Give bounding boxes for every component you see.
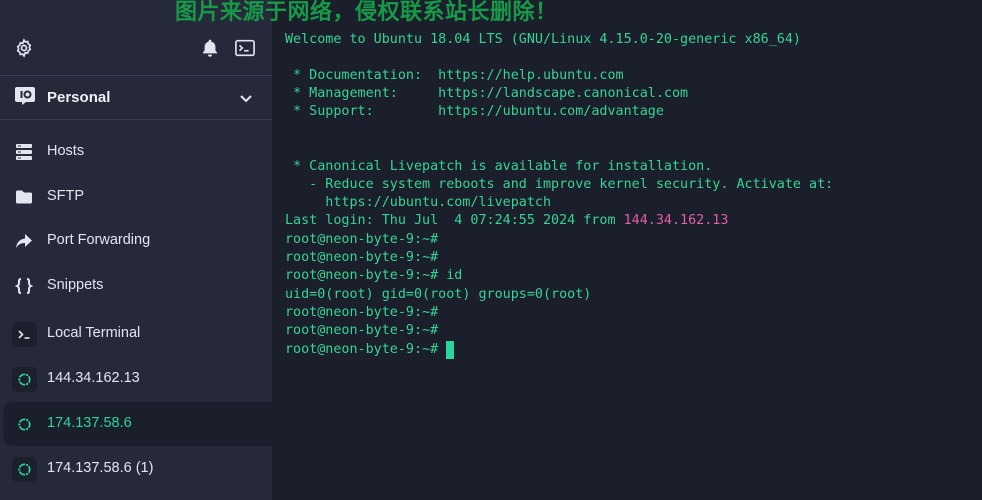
terminal-line: - Reduce system reboots and improve kern… bbox=[285, 177, 834, 192]
ubuntu-icon bbox=[17, 417, 31, 432]
terminal-line: * Support: https://ubuntu.com/advantage bbox=[285, 104, 664, 119]
ubuntu-icon bbox=[17, 372, 31, 387]
host-item[interactable]: 144.34.162.13 bbox=[0, 357, 272, 401]
terminal-line: uid=0(root) gid=0(root) groups=0(root) bbox=[285, 287, 592, 302]
sidebar-item-label: Hosts bbox=[47, 143, 85, 159]
vault-selector[interactable]: Personal bbox=[0, 76, 272, 120]
host-label: 174.137.58.6 (1) bbox=[47, 460, 154, 476]
terminal-line: root@neon-byte-9:~# bbox=[285, 323, 439, 338]
terminal-prompt: root@neon-byte-9:~# bbox=[285, 342, 447, 357]
terminal-prompt-line[interactable]: root@neon-byte-9:~# bbox=[285, 341, 455, 359]
sidebar-item-port-forwarding[interactable]: Port Forwarding bbox=[0, 219, 272, 263]
vault-label: Personal bbox=[47, 89, 111, 106]
terminal-prompt-icon bbox=[18, 330, 30, 339]
terminal-line: * Management: https://landscape.canonica… bbox=[285, 86, 689, 101]
sidebar-item-sftp[interactable]: SFTP bbox=[0, 175, 272, 219]
terminal-line: https://ubuntu.com/livepatch bbox=[285, 195, 552, 210]
local-terminal-badge bbox=[12, 322, 37, 347]
watermark-text: 图片来源于网络，侵权联系站长删除！ bbox=[175, 0, 558, 25]
host-badge bbox=[12, 367, 37, 392]
host-item-active[interactable]: 174.137.58.6 bbox=[3, 402, 272, 446]
terminal-line: root@neon-byte-9:~# bbox=[285, 250, 439, 265]
terminal-line: root@neon-byte-9:~# bbox=[285, 305, 439, 320]
terminal-line: * Canonical Livepatch is available for i… bbox=[285, 159, 713, 174]
sidebar-item-label: Snippets bbox=[47, 277, 104, 293]
host-badge bbox=[12, 457, 37, 482]
vault-icon bbox=[15, 87, 35, 105]
chevron-down-icon[interactable] bbox=[238, 90, 254, 106]
last-login-ip: 144.34.162.13 bbox=[623, 213, 729, 228]
host-badge bbox=[12, 412, 37, 437]
bell-icon[interactable] bbox=[200, 38, 220, 58]
sidebar-item-label: Port Forwarding bbox=[47, 232, 151, 248]
terminal-line: root@neon-byte-9:~# id bbox=[285, 268, 463, 283]
port-forwarding-icon bbox=[16, 234, 32, 248]
sidebar-item-label: SFTP bbox=[47, 188, 85, 204]
sidebar-item-hosts[interactable]: Hosts bbox=[0, 130, 272, 174]
sidebar-item-snippets[interactable]: Snippets bbox=[0, 264, 272, 308]
terminal-icon[interactable] bbox=[235, 39, 255, 57]
terminal-line: Welcome to Ubuntu 18.04 LTS (GNU/Linux 4… bbox=[285, 32, 801, 47]
host-label: 144.34.162.13 bbox=[47, 370, 140, 386]
terminal-pane[interactable]: Welcome to Ubuntu 18.04 LTS (GNU/Linux 4… bbox=[272, 0, 982, 500]
terminal-cursor bbox=[446, 341, 455, 359]
terminal-line: * Documentation: https://help.ubuntu.com bbox=[285, 68, 624, 83]
terminal-line: root@neon-byte-9:~# bbox=[285, 232, 439, 247]
gear-icon[interactable] bbox=[14, 38, 34, 58]
terminal-line: Last login: Thu Jul 4 07:24:55 2024 from… bbox=[285, 212, 728, 230]
curly-braces-icon bbox=[15, 278, 33, 294]
ubuntu-icon bbox=[17, 462, 31, 477]
host-label: 174.137.58.6 bbox=[47, 415, 132, 431]
last-login-text: Last login: Thu Jul 4 07:24:55 2024 from bbox=[285, 213, 624, 228]
sidebar: Personal Hosts SFTP Port Forwarding Snip… bbox=[0, 0, 272, 500]
sidebar-item-label: Local Terminal bbox=[47, 325, 141, 341]
host-item[interactable]: 174.137.58.6 (1) bbox=[0, 447, 272, 491]
folder-icon bbox=[16, 190, 32, 204]
hosts-icon bbox=[16, 144, 32, 160]
sidebar-item-local-terminal[interactable]: Local Terminal bbox=[0, 312, 272, 356]
